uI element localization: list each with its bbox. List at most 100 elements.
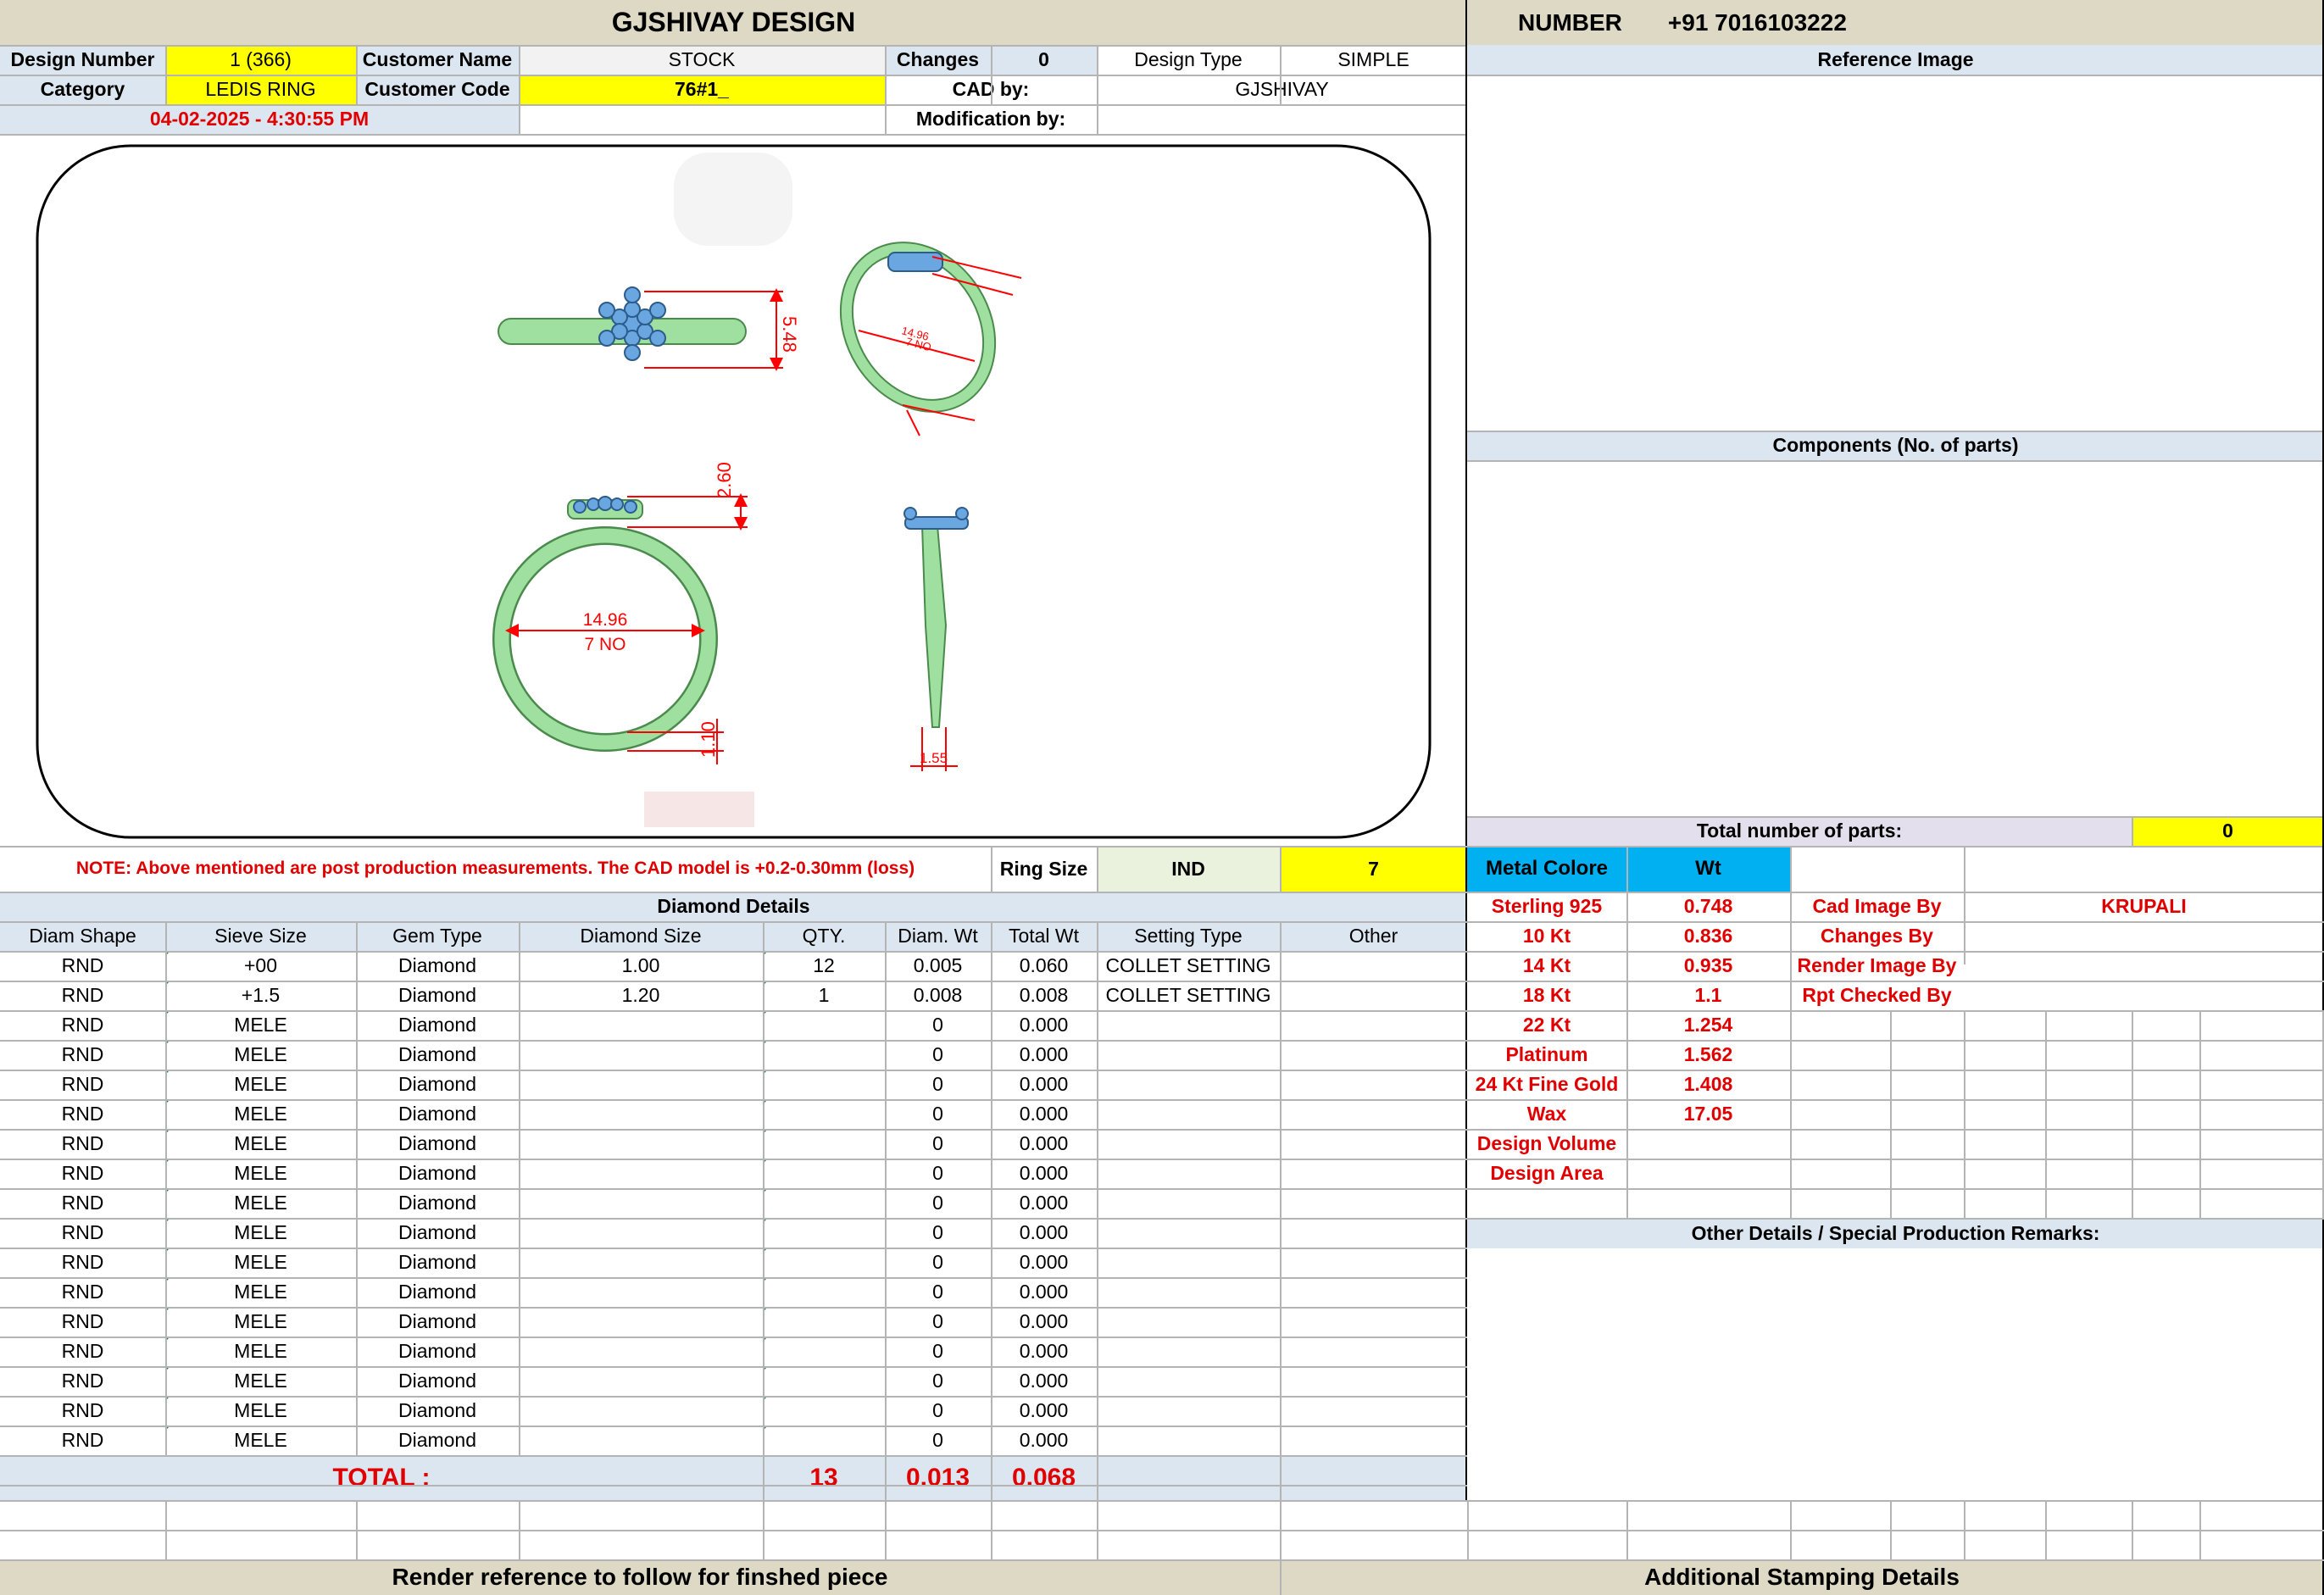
cell-diam-wt[interactable]: 0 [885, 1040, 991, 1070]
cell-gem-type[interactable]: Diamond [356, 981, 519, 1010]
cell-setting-type[interactable] [1097, 1396, 1280, 1425]
cad-by-value[interactable]: GJSHIVAY [1097, 75, 1467, 104]
cell-diamond-size[interactable] [519, 1040, 763, 1070]
cell-diam-wt[interactable]: 0 [885, 1099, 991, 1129]
cell-diam-shape[interactable]: RND [0, 1070, 165, 1099]
cell-other[interactable] [1280, 1010, 1467, 1040]
cell-diam-wt[interactable]: 0 [885, 1366, 991, 1396]
cell-total-wt[interactable]: 0.000 [991, 1366, 1097, 1396]
cell-total-wt[interactable]: 0.060 [991, 951, 1097, 981]
cell-sieve-size[interactable]: MELE [165, 1010, 356, 1040]
cell-total-wt[interactable]: 0.000 [991, 1159, 1097, 1188]
cell-other[interactable] [1280, 1129, 1467, 1159]
cell-other[interactable] [1280, 1248, 1467, 1277]
cell-qty[interactable] [763, 1307, 885, 1337]
cell-gem-type[interactable]: Diamond [356, 1188, 519, 1218]
ring-size-standard[interactable]: IND [1097, 846, 1280, 892]
metal-weight[interactable]: 17.05 [1626, 1099, 1790, 1129]
cell-diam-wt[interactable]: 0 [885, 1277, 991, 1307]
design-type-value[interactable]: SIMPLE [1280, 45, 1467, 75]
cell-sieve-size[interactable]: MELE [165, 1040, 356, 1070]
cell-setting-type[interactable] [1097, 1188, 1280, 1218]
cell-qty[interactable] [763, 1218, 885, 1248]
cell-diamond-size[interactable] [519, 1099, 763, 1129]
cell-gem-type[interactable]: Diamond [356, 1099, 519, 1129]
changes-value[interactable]: 0 [991, 45, 1097, 75]
cell-diam-shape[interactable]: RND [0, 981, 165, 1010]
cell-total-wt[interactable]: 0.008 [991, 981, 1097, 1010]
cell-diamond-size[interactable] [519, 1218, 763, 1248]
cell-gem-type[interactable]: Diamond [356, 1010, 519, 1040]
cell-sieve-size[interactable]: MELE [165, 1396, 356, 1425]
cell-setting-type[interactable] [1097, 1277, 1280, 1307]
other-details-area[interactable] [1467, 1248, 2324, 1455]
credit-value[interactable]: KRUPALI [1964, 892, 2324, 921]
cell-diam-wt[interactable]: 0 [885, 1307, 991, 1337]
cell-diam-shape[interactable]: RND [0, 1099, 165, 1129]
cell-other[interactable] [1280, 1307, 1467, 1337]
cell-qty[interactable] [763, 1366, 885, 1396]
cell-setting-type[interactable] [1097, 1159, 1280, 1188]
metal-weight[interactable]: 0.836 [1626, 921, 1790, 951]
cell-sieve-size[interactable]: MELE [165, 1188, 356, 1218]
cell-sieve-size[interactable]: MELE [165, 1218, 356, 1248]
cell-sieve-size[interactable]: +00 [165, 951, 356, 981]
ring-size-value[interactable]: 7 [1280, 846, 1467, 892]
cell-total-wt[interactable]: 0.000 [991, 1040, 1097, 1070]
cell-diamond-size[interactable] [519, 1425, 763, 1455]
cell-total-wt[interactable]: 0.000 [991, 1425, 1097, 1455]
cell-setting-type[interactable] [1097, 1129, 1280, 1159]
cell-total-wt[interactable]: 0.000 [991, 1307, 1097, 1337]
cell-setting-type[interactable] [1097, 1425, 1280, 1455]
cell-qty[interactable] [763, 1040, 885, 1070]
cell-other[interactable] [1280, 1099, 1467, 1129]
cell-other[interactable] [1280, 1337, 1467, 1366]
cell-diamond-size[interactable] [519, 1277, 763, 1307]
cell-qty[interactable] [763, 1337, 885, 1366]
cell-qty[interactable] [763, 1425, 885, 1455]
cell-diamond-size[interactable] [519, 1396, 763, 1425]
credit-value[interactable] [1964, 951, 2324, 981]
cell-diam-shape[interactable]: RND [0, 1010, 165, 1040]
cell-other[interactable] [1280, 1366, 1467, 1396]
cell-qty[interactable]: 12 [763, 951, 885, 981]
cell-other[interactable] [1280, 1425, 1467, 1455]
cell-sieve-size[interactable]: MELE [165, 1425, 356, 1455]
cell-sieve-size[interactable]: MELE [165, 1307, 356, 1337]
cell-gem-type[interactable]: Diamond [356, 1248, 519, 1277]
cell-setting-type[interactable] [1097, 1070, 1280, 1099]
cell-diam-wt[interactable]: 0 [885, 1218, 991, 1248]
total-parts-value[interactable]: 0 [2132, 816, 2324, 846]
cell-sieve-size[interactable]: MELE [165, 1277, 356, 1307]
cell-diam-shape[interactable]: RND [0, 1425, 165, 1455]
cell-diam-wt[interactable]: 0 [885, 1337, 991, 1366]
cell-total-wt[interactable]: 0.000 [991, 1396, 1097, 1425]
cell-diam-shape[interactable]: RND [0, 1129, 165, 1159]
cell-total-wt[interactable]: 0.000 [991, 1277, 1097, 1307]
cell-diam-shape[interactable]: RND [0, 1248, 165, 1277]
cell-diam-wt[interactable]: 0 [885, 1425, 991, 1455]
cell-diam-shape[interactable]: RND [0, 1307, 165, 1337]
cell-gem-type[interactable]: Diamond [356, 1337, 519, 1366]
cell-total-wt[interactable]: 0.000 [991, 1248, 1097, 1277]
cell-other[interactable] [1280, 1396, 1467, 1425]
cell-qty[interactable] [763, 1070, 885, 1099]
cell-total-wt[interactable]: 0.000 [991, 1129, 1097, 1159]
cell-diam-shape[interactable]: RND [0, 1188, 165, 1218]
cell-other[interactable] [1280, 1159, 1467, 1188]
cell-gem-type[interactable]: Diamond [356, 1366, 519, 1396]
cell-total-wt[interactable]: 0.000 [991, 1218, 1097, 1248]
cell-qty[interactable] [763, 1188, 885, 1218]
cell-diamond-size[interactable] [519, 1070, 763, 1099]
cell-other[interactable] [1280, 1218, 1467, 1248]
modification-value[interactable] [1097, 104, 1467, 134]
cell-qty[interactable] [763, 1010, 885, 1040]
cell-diam-wt[interactable]: 0.008 [885, 981, 991, 1010]
cell-gem-type[interactable]: Diamond [356, 1040, 519, 1070]
cell-diam-shape[interactable]: RND [0, 1277, 165, 1307]
metal-weight[interactable] [1626, 1129, 1790, 1159]
cell-other[interactable] [1280, 1070, 1467, 1099]
cell-setting-type[interactable] [1097, 1010, 1280, 1040]
cell-setting-type[interactable] [1097, 1099, 1280, 1129]
cell-setting-type[interactable] [1097, 1248, 1280, 1277]
